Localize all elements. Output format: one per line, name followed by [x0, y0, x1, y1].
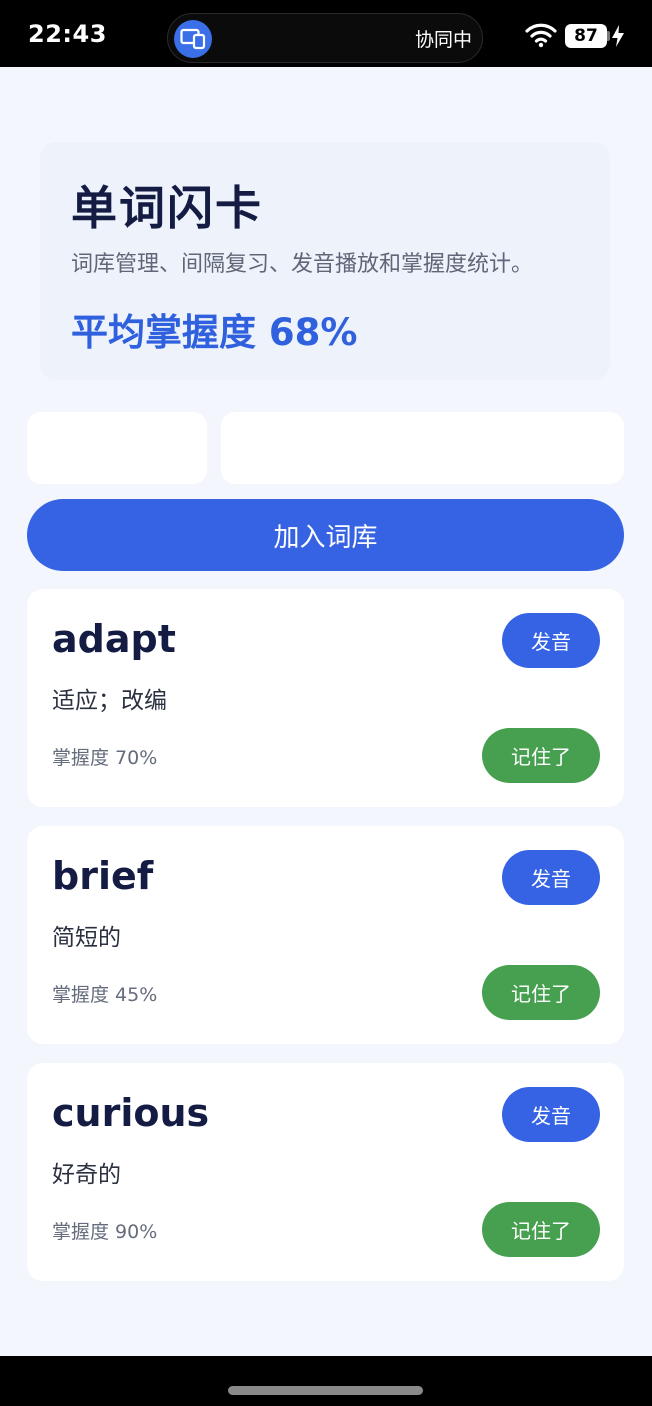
home-indicator[interactable] — [228, 1386, 423, 1395]
word-card: curious 发音 好奇的 掌握度 90% 记住了 — [27, 1063, 624, 1281]
page-title: 单词闪卡 — [71, 181, 263, 235]
page-subtitle: 词库管理、间隔复习、发音播放和掌握度统计。 — [71, 252, 534, 277]
word-input[interactable] — [27, 412, 207, 484]
charging-bolt-icon — [611, 25, 625, 47]
bottom-bar — [0, 1356, 652, 1406]
card-word: adapt — [52, 617, 176, 661]
pronounce-button[interactable]: 发音 — [502, 850, 600, 905]
meaning-input[interactable] — [221, 412, 624, 484]
screen-share-icon — [174, 20, 212, 58]
card-word: curious — [52, 1091, 210, 1135]
remembered-button[interactable]: 记住了 — [482, 728, 600, 783]
status-time: 22:43 — [28, 20, 107, 48]
collaboration-island[interactable]: 协同中 — [167, 13, 483, 63]
card-meaning: 简短的 — [52, 925, 121, 951]
word-card: brief 发音 简短的 掌握度 45% 记住了 — [27, 826, 624, 1044]
average-mastery: 平均掌握度 68% — [71, 311, 358, 354]
remembered-button[interactable]: 记住了 — [482, 965, 600, 1020]
card-mastery: 掌握度 70% — [52, 747, 158, 769]
pronounce-button[interactable]: 发音 — [502, 1087, 600, 1142]
card-mastery: 掌握度 90% — [52, 1221, 158, 1243]
card-meaning: 适应；改编 — [52, 688, 167, 714]
card-meaning: 好奇的 — [52, 1162, 121, 1188]
add-to-library-button[interactable]: 加入词库 — [27, 499, 624, 571]
card-word: brief — [52, 854, 154, 898]
battery-nub — [607, 31, 610, 41]
collab-status-text: 协同中 — [414, 29, 472, 51]
app-screen: 单词闪卡 词库管理、间隔复习、发音播放和掌握度统计。 平均掌握度 68% 加入词… — [0, 67, 652, 1356]
card-mastery: 掌握度 45% — [52, 984, 158, 1006]
status-bar: 22:43 协同中 87 — [0, 0, 652, 67]
remembered-button[interactable]: 记住了 — [482, 1202, 600, 1257]
battery-level: 87 — [565, 24, 607, 48]
word-card: adapt 发音 适应；改编 掌握度 70% 记住了 — [27, 589, 624, 807]
wifi-icon — [525, 22, 557, 48]
header-card: 单词闪卡 词库管理、间隔复习、发音播放和掌握度统计。 平均掌握度 68% — [40, 142, 610, 380]
pronounce-button[interactable]: 发音 — [502, 613, 600, 668]
